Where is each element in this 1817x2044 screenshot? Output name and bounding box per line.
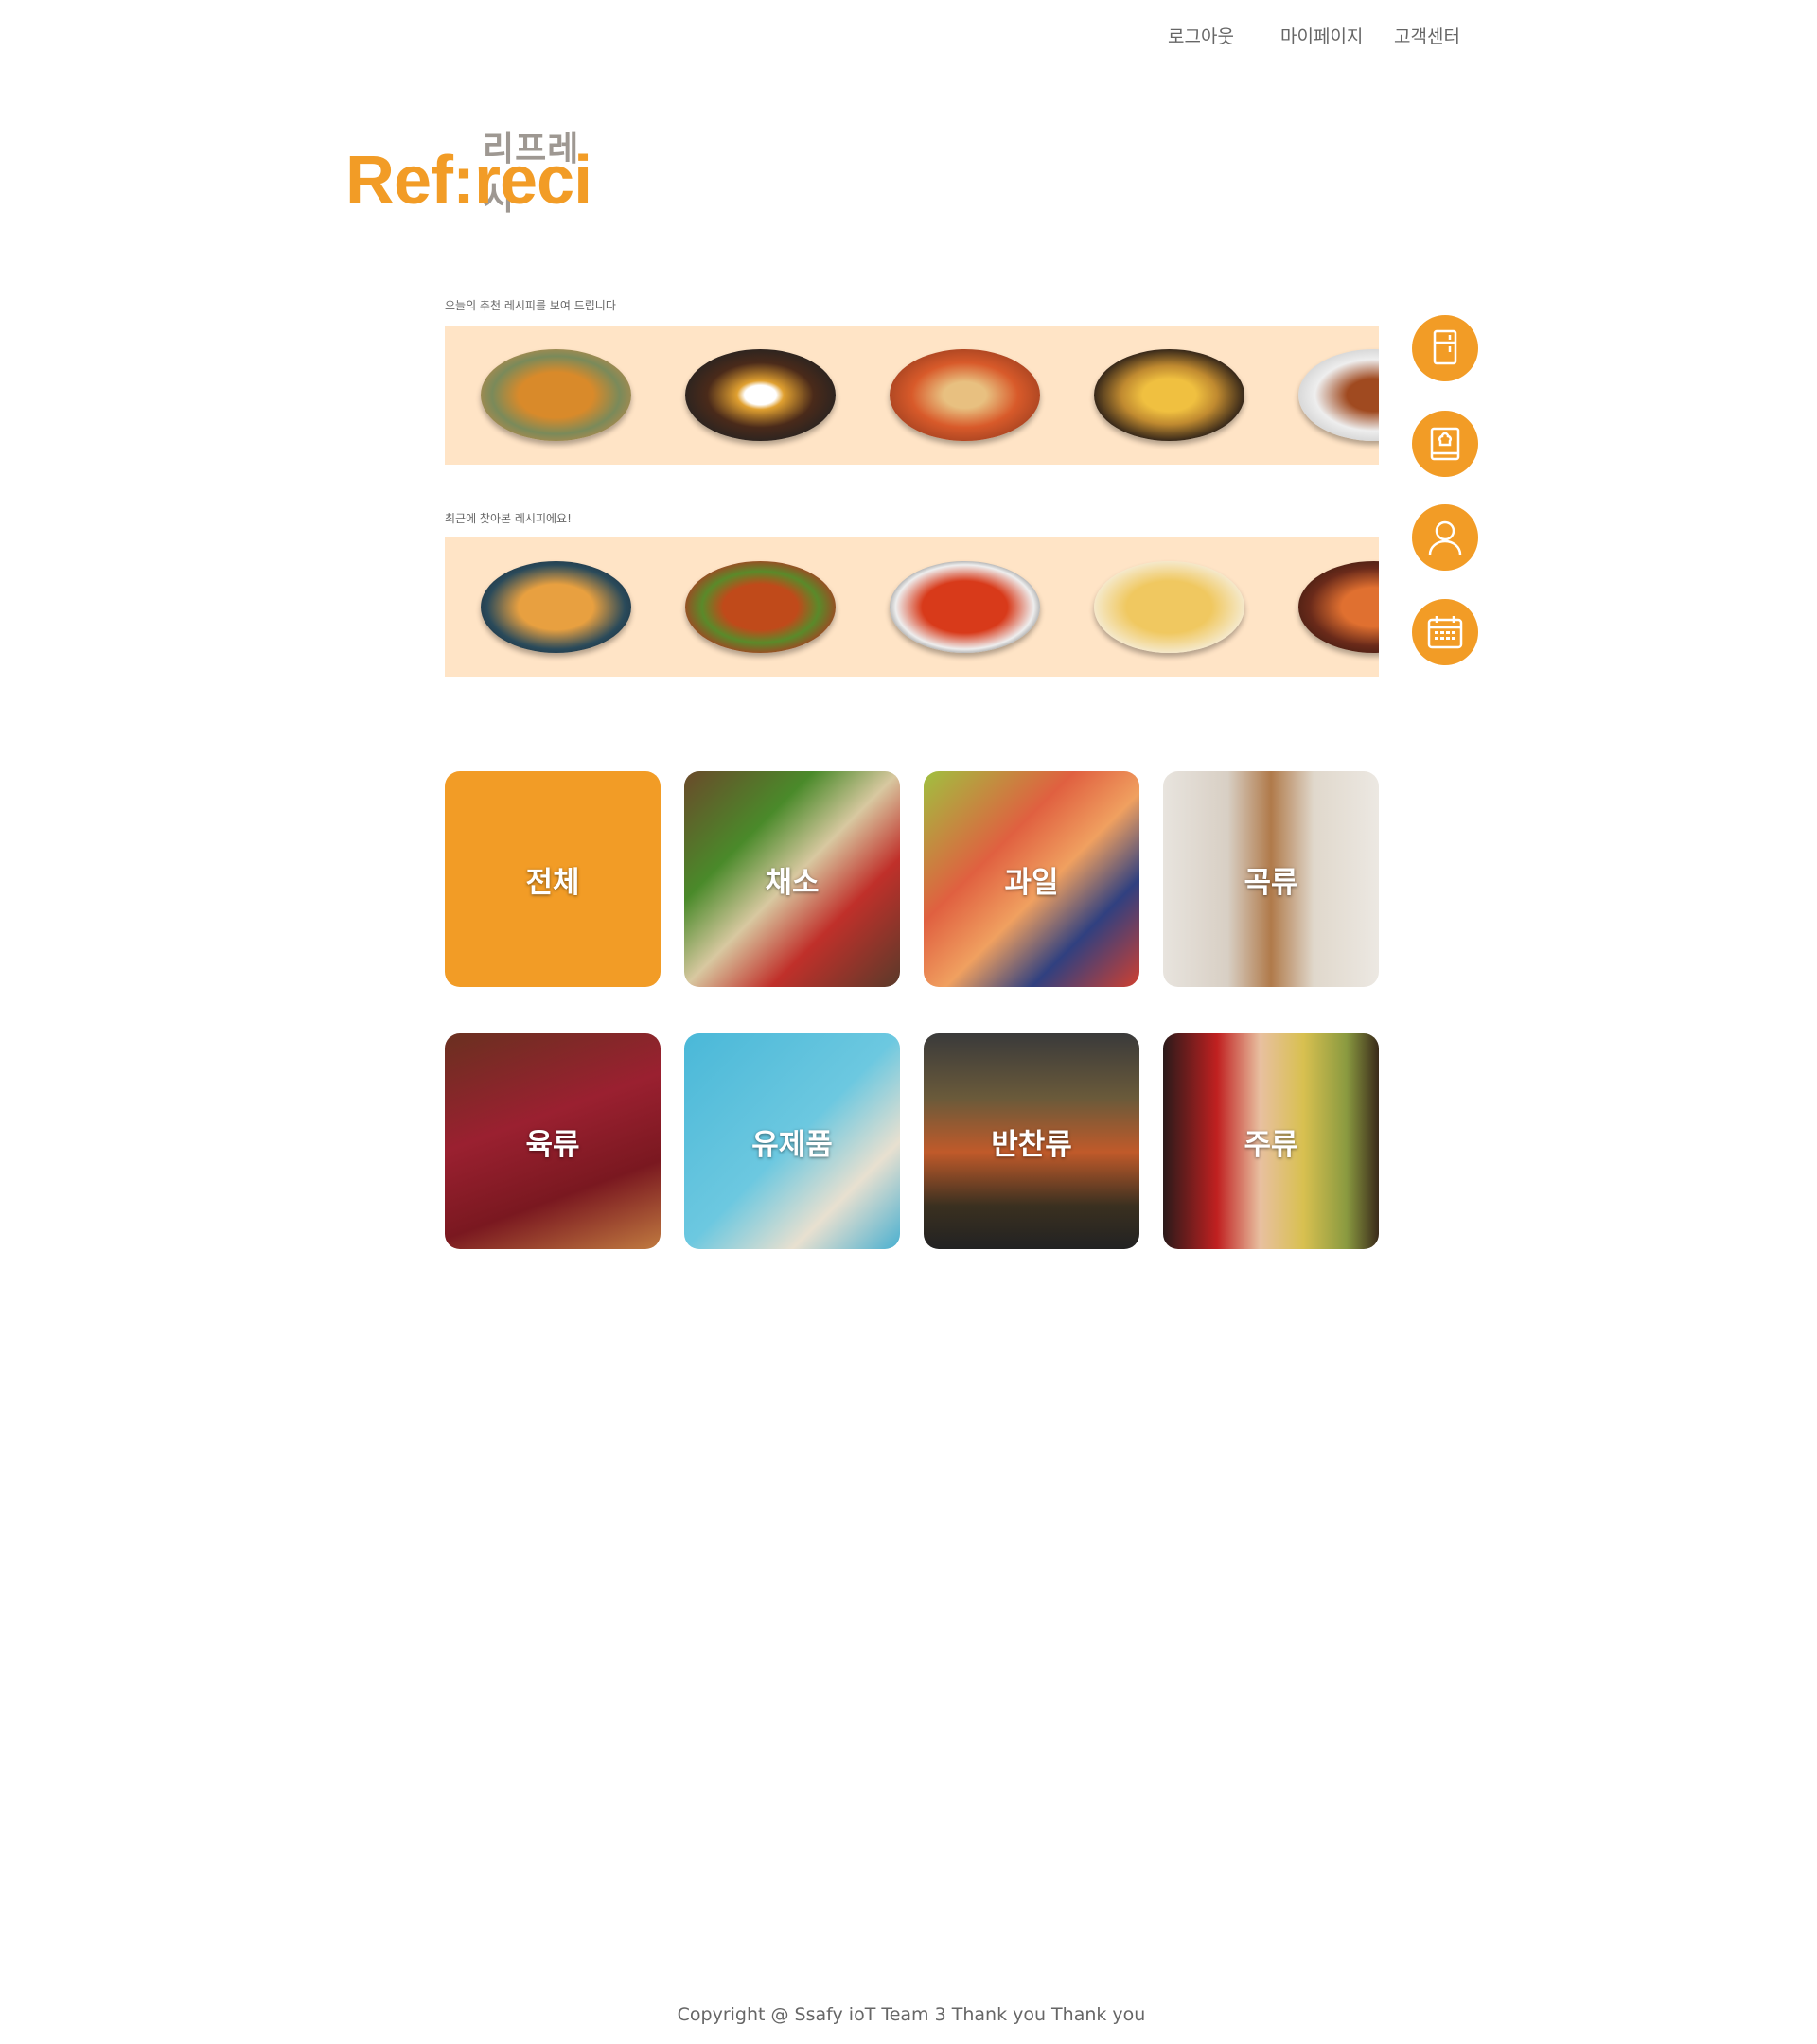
calendar-button[interactable] — [1412, 599, 1478, 665]
support-link[interactable]: 고객센터 — [1394, 23, 1460, 48]
recipe-thumbnail[interactable] — [685, 349, 836, 441]
today-recipes-carousel[interactable] — [445, 326, 1379, 465]
recent-recipes-label: 최근에 찾아본 레시피에요! — [445, 512, 572, 525]
recipe-book-icon — [1430, 427, 1460, 461]
mypage-link[interactable]: 마이페이지 — [1280, 23, 1363, 48]
category-all[interactable]: 전체 — [445, 771, 661, 987]
footer-copyright: Copyright @ Ssafy ioT Team 3 Thank you T… — [677, 2004, 1146, 2025]
recipe-thumbnail[interactable] — [890, 561, 1040, 653]
recipe-thumbnail[interactable] — [1094, 349, 1244, 441]
today-recipes-label: 오늘의 추천 레시피를 보여 드립니다 — [445, 299, 616, 312]
recent-recipes-carousel[interactable] — [445, 537, 1379, 677]
category-grains[interactable]: 곡류 — [1163, 771, 1379, 987]
recipe-thumbnail[interactable] — [481, 349, 631, 441]
logo-english: Ref:reci — [345, 143, 592, 219]
calendar-icon — [1427, 616, 1463, 649]
category-meat[interactable]: 육류 — [445, 1033, 661, 1249]
user-icon — [1428, 520, 1462, 555]
category-fruits[interactable]: 과일 — [924, 771, 1139, 987]
fridge-icon — [1433, 329, 1457, 365]
recipe-thumbnail[interactable] — [1298, 561, 1379, 653]
logo[interactable]: 리프레시 Ref:reci — [345, 121, 610, 219]
recipe-thumbnail[interactable] — [1298, 349, 1379, 441]
profile-button[interactable] — [1412, 504, 1478, 571]
recipe-thumbnail[interactable] — [890, 349, 1040, 441]
logout-link[interactable]: 로그아웃 — [1168, 23, 1234, 48]
category-liquor[interactable]: 주류 — [1163, 1033, 1379, 1249]
recipe-thumbnail[interactable] — [481, 561, 631, 653]
recipe-book-button[interactable] — [1412, 411, 1478, 477]
category-side-dishes[interactable]: 반찬류 — [924, 1033, 1139, 1249]
category-dairy[interactable]: 유제품 — [684, 1033, 900, 1249]
fridge-button[interactable] — [1412, 315, 1478, 381]
category-vegetables[interactable]: 채소 — [684, 771, 900, 987]
recipe-thumbnail[interactable] — [685, 561, 836, 653]
recipe-thumbnail[interactable] — [1094, 561, 1244, 653]
